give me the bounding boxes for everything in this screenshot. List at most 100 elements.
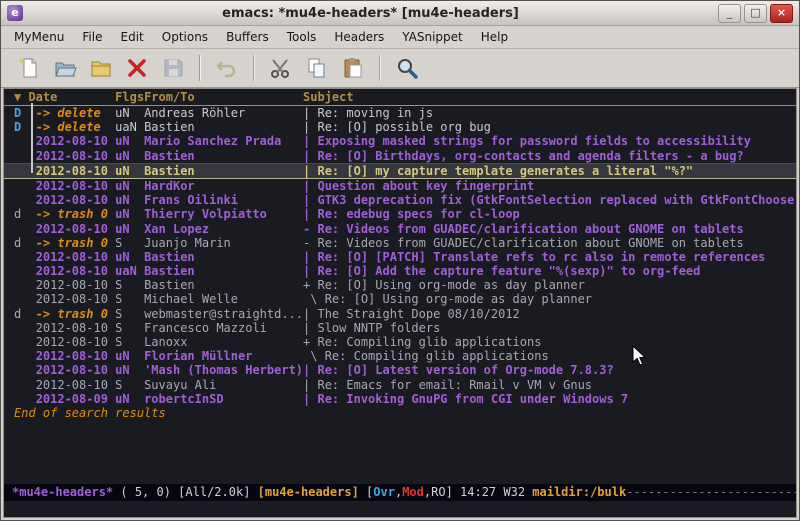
message-mark bbox=[14, 321, 36, 335]
message-from: Francesco Mazzoli bbox=[144, 321, 303, 335]
message-row[interactable]: 2012-08-10 uN Bastien | Re: [O] [PATCH] … bbox=[4, 250, 796, 264]
message-subject: | Re: [O] Birthdays, org-contacts and ag… bbox=[303, 149, 744, 163]
message-row[interactable]: 2012-08-10 uN Bastien | Re: [O] my captu… bbox=[4, 163, 796, 179]
paste-button[interactable] bbox=[337, 53, 369, 83]
message-row[interactable]: 2012-08-10 uaN Bastien | Re: [O] Add the… bbox=[4, 264, 796, 278]
message-row[interactable]: d -> trash 0 S webmaster@straightd...| T… bbox=[4, 307, 796, 321]
menu-item-headers[interactable]: Headers bbox=[325, 27, 393, 47]
cut-button[interactable] bbox=[265, 53, 297, 83]
message-date: 2012-08-10 bbox=[36, 278, 115, 292]
modeline-segment: Mod bbox=[402, 485, 424, 499]
message-subject: \ Re: Compiling glib applications bbox=[303, 349, 549, 363]
modeline-segment: 14:27 W32 bbox=[460, 485, 532, 499]
message-row[interactable]: 2012-08-10 uN Bastien | Re: [O] Birthday… bbox=[4, 149, 796, 163]
menu-item-mymenu[interactable]: MyMenu bbox=[5, 27, 73, 47]
menu-item-file[interactable]: File bbox=[73, 27, 111, 47]
copy-button[interactable] bbox=[301, 53, 333, 83]
menu-item-options[interactable]: Options bbox=[153, 27, 217, 47]
end-of-search-text: End of search results bbox=[4, 406, 796, 420]
message-date: 2012-08-10 bbox=[36, 335, 115, 349]
menu-item-edit[interactable]: Edit bbox=[112, 27, 153, 47]
message-row[interactable]: 2012-08-10 uN HardKor | Question about k… bbox=[4, 179, 796, 193]
header-from[interactable]: From/To bbox=[144, 90, 303, 104]
open-file-button[interactable] bbox=[49, 53, 81, 83]
message-flags: uN bbox=[115, 207, 144, 221]
message-mark bbox=[14, 179, 36, 193]
message-row[interactable]: 2012-08-10 S Suvayu Ali | Re: Emacs for … bbox=[4, 378, 796, 392]
message-from: webmaster@straightd... bbox=[144, 307, 303, 321]
message-subject: | Re: Invoking GnuPG from CGI under Wind… bbox=[303, 392, 628, 406]
titlebar-buttons: _□× bbox=[718, 4, 793, 23]
message-flags: S bbox=[115, 307, 144, 321]
message-flags: uN bbox=[115, 222, 144, 236]
message-date: 2012-08-10 bbox=[36, 349, 115, 363]
dired-button[interactable] bbox=[85, 53, 117, 83]
message-flags: S bbox=[115, 292, 144, 306]
message-row[interactable]: 2012-08-10 S Michael Welle \ Re: [O] Usi… bbox=[4, 292, 796, 306]
message-date: -> trash 0 bbox=[36, 207, 115, 221]
search-icon bbox=[395, 56, 419, 80]
message-from: HardKor bbox=[144, 179, 303, 193]
new-file-button[interactable] bbox=[13, 53, 45, 83]
message-subject: | Re: [O] [PATCH] Translate refs to rc a… bbox=[303, 250, 765, 264]
message-mark bbox=[14, 222, 36, 236]
message-flags: S bbox=[115, 236, 144, 250]
menu-item-tools[interactable]: Tools bbox=[278, 27, 326, 47]
undo-icon bbox=[215, 56, 239, 80]
message-row[interactable]: D -> delete uaN Bastien | Re: [O] possib… bbox=[4, 120, 796, 134]
message-date: 2012-08-10 bbox=[36, 179, 115, 193]
kill-buffer-icon bbox=[125, 56, 149, 80]
buffer-empty-space bbox=[4, 420, 796, 484]
message-flags: uN bbox=[115, 349, 144, 363]
emacs-window: e emacs: *mu4e-headers* [mu4e-headers] _… bbox=[0, 0, 800, 521]
message-row[interactable]: 2012-08-10 uN Florian Müllner \ Re: Comp… bbox=[4, 349, 796, 363]
maximize-button[interactable]: □ bbox=[744, 4, 767, 23]
message-row[interactable]: 2012-08-10 S Lanoxx + Re: Compiling glib… bbox=[4, 335, 796, 349]
message-subject: | Re: [O] my capture template generates … bbox=[303, 164, 693, 178]
message-date: 2012-08-10 bbox=[36, 149, 115, 163]
message-row[interactable]: 2012-08-09 uN robertcInSD | Re: Invoking… bbox=[4, 392, 796, 406]
dired-icon bbox=[89, 56, 113, 80]
message-row[interactable]: d -> trash 0 S Juanjo Marin - Re: Videos… bbox=[4, 236, 796, 250]
title-bar[interactable]: e emacs: *mu4e-headers* [mu4e-headers] _… bbox=[1, 1, 799, 26]
message-mark: d bbox=[14, 236, 36, 250]
message-from: Bastien bbox=[144, 264, 303, 278]
header-flags[interactable]: Flgs bbox=[115, 90, 144, 104]
message-from: 'Mash (Thomas Herbert) bbox=[144, 363, 303, 377]
menu-item-buffers[interactable]: Buffers bbox=[217, 27, 278, 47]
message-flags: uN bbox=[115, 392, 144, 406]
message-from: Michael Welle bbox=[144, 292, 303, 306]
scrollbar-thumb[interactable] bbox=[31, 103, 33, 173]
header-date[interactable]: ▼ Date bbox=[14, 90, 115, 104]
minimize-button[interactable]: _ bbox=[718, 4, 741, 23]
message-flags: uN bbox=[115, 193, 144, 207]
save-icon bbox=[161, 56, 185, 80]
message-row[interactable]: d -> trash 0 uN Thierry Volpiatto | Re: … bbox=[4, 207, 796, 221]
message-row[interactable]: D -> delete uN Andreas Röhler | Re: movi… bbox=[4, 106, 796, 120]
message-row[interactable]: 2012-08-10 uN Mario Sanchez Prada | Expo… bbox=[4, 134, 796, 148]
search-button[interactable] bbox=[391, 53, 423, 83]
message-row[interactable]: 2012-08-10 S Bastien + Re: [O] Using org… bbox=[4, 278, 796, 292]
message-row[interactable]: 2012-08-10 uN Frans Oilinki | GTK3 depre… bbox=[4, 193, 796, 207]
message-mark: d bbox=[14, 307, 36, 321]
menu-item-yasnippet[interactable]: YASnippet bbox=[393, 27, 472, 47]
header-subject[interactable]: Subject bbox=[303, 90, 354, 104]
message-row[interactable]: 2012-08-10 uN 'Mash (Thomas Herbert)| Re… bbox=[4, 363, 796, 377]
mode-line: *mu4e-headers* ( 5, 0) [All/2.0k] [mu4e-… bbox=[4, 484, 796, 501]
message-flags: uN bbox=[115, 363, 144, 377]
cut-icon bbox=[269, 56, 293, 80]
message-date: 2012-08-10 bbox=[36, 250, 115, 264]
kill-buffer-button[interactable] bbox=[121, 53, 153, 83]
message-date: 2012-08-09 bbox=[36, 392, 115, 406]
echo-area[interactable] bbox=[4, 501, 796, 517]
message-from: Suvayu Ali bbox=[144, 378, 303, 392]
menu-bar: MyMenuFileEditOptionsBuffersToolsHeaders… bbox=[1, 26, 799, 49]
message-subject: + Re: [O] Using org-mode as day planner bbox=[303, 278, 585, 292]
message-row[interactable]: 2012-08-10 S Francesco Mazzoli | Slow NN… bbox=[4, 321, 796, 335]
open-file-icon bbox=[53, 56, 77, 80]
message-from: Thierry Volpiatto bbox=[144, 207, 303, 221]
toolbar-separator bbox=[253, 55, 255, 81]
menu-item-help[interactable]: Help bbox=[472, 27, 517, 47]
close-button[interactable]: × bbox=[770, 4, 793, 23]
message-row[interactable]: 2012-08-10 uN Xan Lopez - Re: Videos fro… bbox=[4, 222, 796, 236]
